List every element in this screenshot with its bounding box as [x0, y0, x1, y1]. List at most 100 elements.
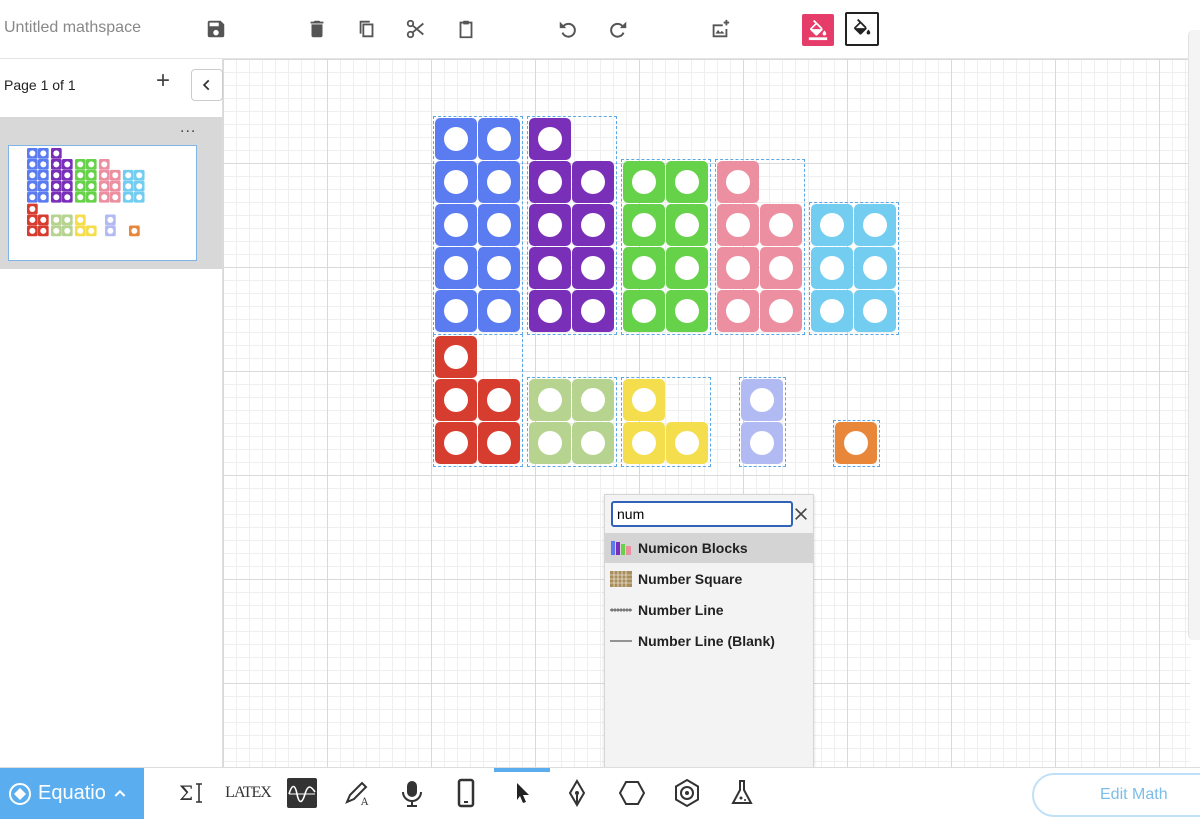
thumbnail-hole	[29, 183, 36, 190]
numicon-hole	[572, 422, 614, 464]
pen-tool-icon[interactable]	[560, 776, 594, 810]
thumbnail-hole	[125, 194, 132, 201]
document-title[interactable]: Untitled mathspace	[4, 19, 141, 37]
thumbnail-hole	[131, 227, 138, 234]
latex-editor-icon[interactable]: LATEX	[225, 776, 272, 810]
numicon-one[interactable]	[833, 420, 880, 467]
numicon-hole	[435, 247, 477, 289]
numicon-hole	[811, 204, 853, 246]
numicon-hole	[811, 247, 853, 289]
thumbnail-hole	[88, 194, 95, 201]
numicon-hole	[741, 379, 783, 421]
save-icon[interactable]	[201, 14, 231, 44]
search-result-numicon-blocks[interactable]: Numicon Blocks	[605, 533, 813, 563]
numicon-nine[interactable]	[527, 116, 617, 335]
numicon-hole	[623, 247, 665, 289]
chevron-left-icon	[202, 79, 210, 91]
handwriting-icon[interactable]: A	[341, 776, 375, 810]
thumbnail-hole	[107, 216, 114, 223]
fill-background-icon[interactable]	[845, 12, 879, 46]
numicon-two[interactable]	[739, 377, 786, 467]
thumbnail-hole	[64, 227, 71, 234]
thumbnail-hole	[40, 172, 47, 179]
page-thumbnail-row[interactable]: ...	[0, 117, 222, 269]
numicon-hole	[835, 422, 877, 464]
delete-icon[interactable]	[302, 14, 332, 44]
edit-math-button[interactable]: Edit Math	[1032, 773, 1200, 817]
numicon-hole	[666, 161, 708, 203]
math-input-icon[interactable]: Σ	[175, 776, 209, 810]
cut-icon[interactable]	[401, 14, 431, 44]
copy-icon[interactable]	[352, 14, 382, 44]
paste-icon[interactable]	[451, 14, 481, 44]
thumbnail-hole	[40, 183, 47, 190]
numicon-hole	[666, 290, 708, 332]
numicon-four[interactable]	[527, 377, 617, 467]
numicon-hole	[529, 290, 571, 332]
numicon-six[interactable]	[809, 202, 899, 335]
mobile-icon[interactable]	[449, 776, 483, 810]
add-image-icon[interactable]	[705, 14, 735, 44]
search-result-number-line-blank[interactable]: Number Line (Blank)	[605, 626, 813, 656]
search-result-label: Number Square	[638, 571, 743, 587]
numicon-hole	[811, 290, 853, 332]
numicon-hole	[478, 204, 520, 246]
numicon-hole	[572, 379, 614, 421]
numicon-hole	[478, 161, 520, 203]
shapes-icon[interactable]	[615, 776, 649, 810]
numicon-eight[interactable]	[621, 159, 711, 335]
thumbnail-hole	[64, 172, 71, 179]
fill-color-icon[interactable]	[802, 14, 834, 46]
numicon-hole	[623, 290, 665, 332]
redo-icon[interactable]	[603, 14, 633, 44]
equatio-menu-button[interactable]: Equatio	[0, 768, 144, 819]
tool-search-input[interactable]	[611, 501, 793, 527]
thumbnail-hole	[40, 161, 47, 168]
collapse-sidebar-button[interactable]	[191, 69, 223, 101]
numicon-hole	[529, 422, 571, 464]
numicon-hole	[666, 422, 708, 464]
right-panel-edge[interactable]	[1188, 30, 1200, 640]
page-count-label: Page 1 of 1	[4, 77, 76, 93]
numicon-ten[interactable]	[433, 116, 523, 335]
number-line-blank-thumbnail-icon	[610, 633, 632, 649]
thumbnail-hole	[29, 161, 36, 168]
thumbnail-hole	[53, 172, 60, 179]
numicon-seven[interactable]	[715, 159, 805, 335]
numicon-hole	[529, 161, 571, 203]
thumbnail-hole	[40, 194, 47, 201]
select-pointer-icon[interactable]	[505, 776, 539, 810]
close-icon[interactable]	[791, 504, 811, 524]
page-sidebar: Page 1 of 1 + ...	[0, 59, 223, 767]
manipulatives-icon[interactable]	[670, 776, 704, 810]
thumbnail-hole	[77, 194, 84, 201]
microphone-icon[interactable]	[395, 776, 429, 810]
numicon-hole	[717, 247, 759, 289]
numicon-hole	[435, 118, 477, 160]
number-square-thumbnail-icon	[610, 571, 632, 587]
numicon-hole	[717, 161, 759, 203]
numicon-five[interactable]	[433, 334, 523, 467]
numicon-three[interactable]	[621, 377, 711, 467]
thumbnail-hole	[64, 183, 71, 190]
equatio-brand-label: Equatio	[38, 782, 106, 804]
search-result-number-line[interactable]: Number Line	[605, 595, 813, 625]
thumbnail-hole	[112, 183, 119, 190]
thumbnail-hole	[88, 227, 95, 234]
numicon-thumbnail-icon	[610, 540, 632, 556]
thumbnail-hole	[101, 172, 108, 179]
thumbnail-hole	[64, 216, 71, 223]
science-flask-icon[interactable]	[725, 776, 759, 810]
graph-editor-icon[interactable]	[285, 776, 319, 810]
page-more-options-icon[interactable]: ...	[180, 119, 196, 137]
undo-icon[interactable]	[553, 14, 583, 44]
page-thumbnail[interactable]	[8, 145, 197, 261]
numicon-hole	[717, 290, 759, 332]
numicon-hole	[760, 247, 802, 289]
numicon-hole	[529, 379, 571, 421]
numicon-hole	[623, 379, 665, 421]
search-result-number-square[interactable]: Number Square	[605, 564, 813, 594]
add-page-button[interactable]: +	[150, 69, 176, 95]
numicon-hole	[666, 247, 708, 289]
thumbnail-hole	[112, 194, 119, 201]
